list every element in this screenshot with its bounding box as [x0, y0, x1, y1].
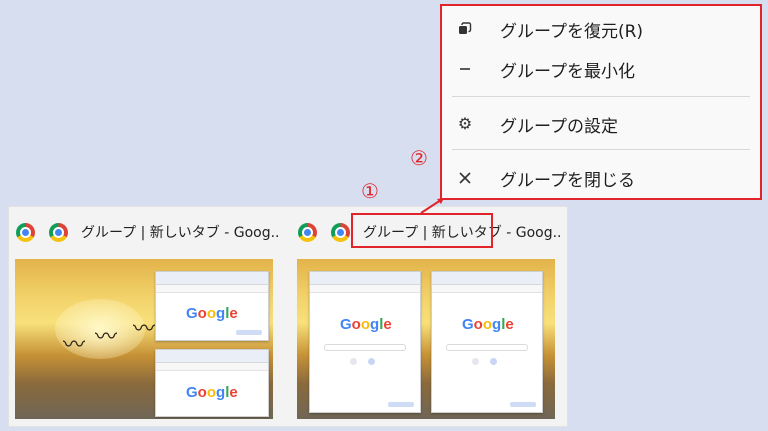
minimize-icon	[456, 60, 474, 78]
google-logo: Google	[340, 316, 392, 333]
mini-browser-window: Google	[155, 271, 269, 341]
menu-separator	[452, 96, 750, 97]
chrome-icon	[298, 223, 317, 242]
step-2-marker: ②	[410, 146, 428, 170]
google-logo: Google	[186, 305, 238, 322]
menu-item-minimize-group[interactable]: グループを最小化	[442, 54, 760, 84]
mini-browser-window: Google	[155, 349, 269, 417]
menu-item-close-group[interactable]: グループを閉じる	[442, 163, 760, 193]
mini-browser-window: Google	[309, 271, 421, 413]
step-1-marker: ①	[361, 179, 379, 203]
preview-screen: 〰 〰 〰 Google Google	[15, 259, 273, 419]
menu-item-label: グループの設定	[500, 117, 618, 137]
menu-item-group-settings[interactable]: ⚙ グループの設定	[442, 109, 760, 139]
google-logo: Google	[186, 384, 238, 401]
preview-screen: Google Google	[297, 259, 555, 419]
bird-icon: 〰	[95, 325, 118, 350]
bird-icon: 〰	[133, 317, 156, 342]
group-context-menu: グループを復元(R) グループを最小化 ⚙ グループの設定 グループを閉じる	[440, 4, 762, 200]
chrome-icon	[16, 223, 35, 242]
title-highlight-box	[351, 213, 493, 248]
restore-icon	[456, 20, 474, 38]
chrome-icon	[331, 223, 350, 242]
menu-item-label: グループを復元(R)	[500, 22, 644, 42]
bird-icon: 〰	[63, 333, 86, 358]
preview-header: グループ | 新しいタブ - Goog...	[9, 219, 279, 243]
preview-title: グループ | 新しいタブ - Goog...	[81, 225, 279, 241]
close-icon	[456, 169, 474, 187]
menu-item-restore-group[interactable]: グループを復元(R)	[442, 14, 760, 44]
menu-separator	[452, 149, 750, 150]
google-logo: Google	[462, 316, 514, 333]
chrome-icon	[49, 223, 68, 242]
gear-icon: ⚙	[457, 114, 473, 133]
menu-item-label: グループを閉じる	[500, 171, 635, 191]
window-preview-1[interactable]: グループ | 新しいタブ - Goog... 〰 〰 〰 Google Goog…	[9, 207, 279, 426]
mini-browser-window: Google	[431, 271, 543, 413]
menu-item-label: グループを最小化	[500, 62, 635, 82]
